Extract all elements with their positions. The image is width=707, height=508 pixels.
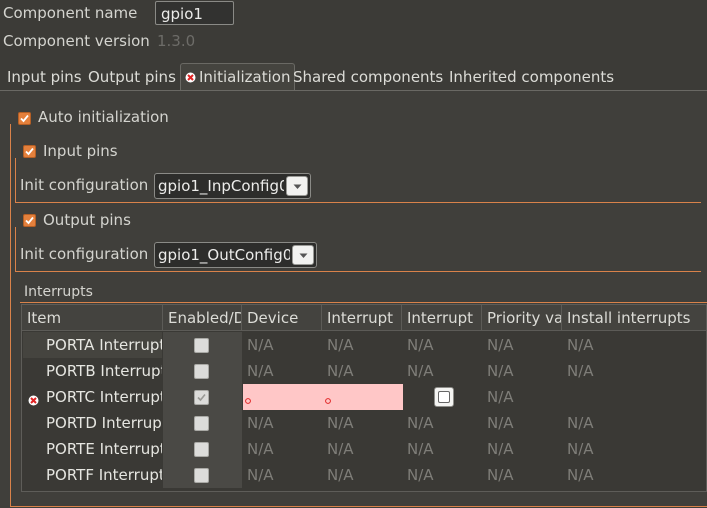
table-row[interactable]: PORTB Interrupt N/A N/A N/A N/A N/A <box>22 358 706 384</box>
component-version-value: 1.3.0 <box>157 32 196 50</box>
interrupt2-cell[interactable]: N/A <box>402 436 482 462</box>
tab-input-pins[interactable]: Input pins <box>7 64 82 90</box>
interrupts-title: Interrupts <box>24 284 93 300</box>
component-name-field[interactable]: gpio1 <box>155 1 234 25</box>
error-x-icon <box>185 72 196 83</box>
column-header-item[interactable]: Item <box>22 305 163 331</box>
enabled-checkbox[interactable] <box>194 390 209 405</box>
input-init-config-dropdown[interactable]: gpio1_InpConfig0 <box>154 173 311 199</box>
install-cell[interactable]: N/A <box>562 462 706 488</box>
interrupt-cell[interactable]: N/A <box>322 358 402 384</box>
device-cell[interactable]: N/A <box>242 358 322 384</box>
interrupts-table: Item Enabled/Disabled Device Interrupt I… <box>21 304 707 492</box>
device-cell[interactable]: N/A <box>242 436 322 462</box>
priority-cell[interactable]: N/A <box>482 384 562 410</box>
install-cell[interactable]: N/A <box>562 358 706 384</box>
table-row[interactable]: PORTA Interrupt N/A N/A N/A N/A N/A <box>22 332 706 358</box>
enabled-checkbox[interactable] <box>194 442 209 457</box>
priority-cell[interactable]: N/A <box>482 410 562 436</box>
column-header-install[interactable]: Install interrupts <box>562 305 706 331</box>
enabled-cell <box>163 332 242 358</box>
interrupt2-cell[interactable]: N/A <box>402 358 482 384</box>
error-x-icon <box>28 392 39 410</box>
enabled-checkbox[interactable] <box>194 338 209 353</box>
device-cell-error[interactable] <box>243 384 323 410</box>
priority-cell[interactable]: N/A <box>482 462 562 488</box>
output-init-config-label: Init configuration <box>20 245 149 263</box>
interrupt-cell[interactable]: N/A <box>322 436 402 462</box>
interrupt2-cell[interactable]: N/A <box>402 462 482 488</box>
input-pins-checkbox[interactable] <box>23 145 36 158</box>
tab-shared-components[interactable]: Shared components <box>293 64 443 90</box>
priority-cell[interactable]: N/A <box>482 332 562 358</box>
table-row[interactable]: PORTE Interrupt N/A N/A N/A N/A N/A <box>22 436 706 462</box>
interrupt-cell[interactable]: N/A <box>322 410 402 436</box>
tab-output-pins[interactable]: Output pins <box>88 64 176 90</box>
interrupt2-checkbox[interactable] <box>434 387 454 407</box>
interrupt2-cell[interactable]: N/A <box>402 332 482 358</box>
input-pins-label: Input pins <box>43 142 118 160</box>
row-item: PORTA Interrupt <box>23 332 162 358</box>
tab-initialization[interactable]: Initialization <box>180 63 296 90</box>
device-cell[interactable]: N/A <box>242 462 322 488</box>
output-init-config-value: gpio1_OutConfig0 <box>158 246 290 264</box>
enabled-checkbox[interactable] <box>194 364 209 379</box>
enabled-cell <box>163 384 242 410</box>
interrupt-cell[interactable]: N/A <box>322 462 402 488</box>
output-pins-checkbox[interactable] <box>23 214 36 227</box>
row-item: PORTC Interrupt <box>41 384 162 410</box>
install-cell[interactable]: N/A <box>562 332 706 358</box>
row-item: PORTD Interrupt <box>23 410 162 436</box>
input-init-config-label: Init configuration <box>20 176 149 194</box>
priority-cell[interactable]: N/A <box>482 358 562 384</box>
device-cell[interactable]: N/A <box>242 332 322 358</box>
error-mark-icon <box>325 386 331 410</box>
interrupt-cell[interactable]: N/A <box>322 332 402 358</box>
install-cell[interactable]: N/A <box>562 410 706 436</box>
auto-init-label: Auto initialization <box>38 108 169 126</box>
table-row[interactable]: PORTF Interrupt N/A N/A N/A N/A N/A <box>22 462 706 488</box>
enabled-cell <box>163 436 242 462</box>
row-item: PORTB Interrupt <box>23 358 162 384</box>
column-header-priority[interactable]: Priority value <box>482 305 562 331</box>
enabled-cell <box>163 462 242 488</box>
error-mark-icon <box>245 386 251 410</box>
output-init-config-dropdown[interactable]: gpio1_OutConfig0 <box>154 242 317 268</box>
enabled-cell <box>163 410 242 436</box>
table-row[interactable]: PORTC Interrupt N/A <box>22 384 706 410</box>
install-cell[interactable]: N/A <box>562 436 706 462</box>
interrupt2-cell <box>403 384 482 410</box>
column-header-interrupt-2[interactable]: Interrupt <box>402 305 482 331</box>
auto-init-checkbox[interactable] <box>18 112 31 125</box>
priority-cell[interactable]: N/A <box>482 436 562 462</box>
enabled-cell <box>163 358 242 384</box>
chevron-down-icon[interactable] <box>286 176 308 196</box>
device-cell[interactable]: N/A <box>242 410 322 436</box>
interrupt2-cell[interactable]: N/A <box>402 410 482 436</box>
input-init-config-value: gpio1_InpConfig0 <box>158 177 284 195</box>
enabled-checkbox[interactable] <box>194 468 209 483</box>
interrupts-group-line <box>20 302 707 303</box>
output-pins-label: Output pins <box>43 211 131 229</box>
tab-bar: Input pins Output pins Initialization Sh… <box>0 63 707 90</box>
row-item: PORTE Interrupt <box>23 436 162 462</box>
install-cell[interactable] <box>562 384 706 410</box>
enabled-checkbox[interactable] <box>194 416 209 431</box>
column-header-interrupt[interactable]: Interrupt <box>322 305 402 331</box>
tab-inherited-components[interactable]: Inherited components <box>449 64 614 90</box>
row-item: PORTF Interrupt <box>23 462 162 488</box>
column-header-enabled[interactable]: Enabled/Disabled <box>163 305 242 331</box>
column-header-device[interactable]: Device <box>242 305 322 331</box>
interrupt-cell-error[interactable] <box>323 384 403 410</box>
component-name-label: Component name <box>3 4 138 22</box>
component-version-label: Component version <box>3 32 150 50</box>
table-row[interactable]: PORTD Interrupt N/A N/A N/A N/A N/A <box>22 410 706 436</box>
tab-initialization-label: Initialization <box>199 68 291 86</box>
chevron-down-icon[interactable] <box>292 245 314 265</box>
